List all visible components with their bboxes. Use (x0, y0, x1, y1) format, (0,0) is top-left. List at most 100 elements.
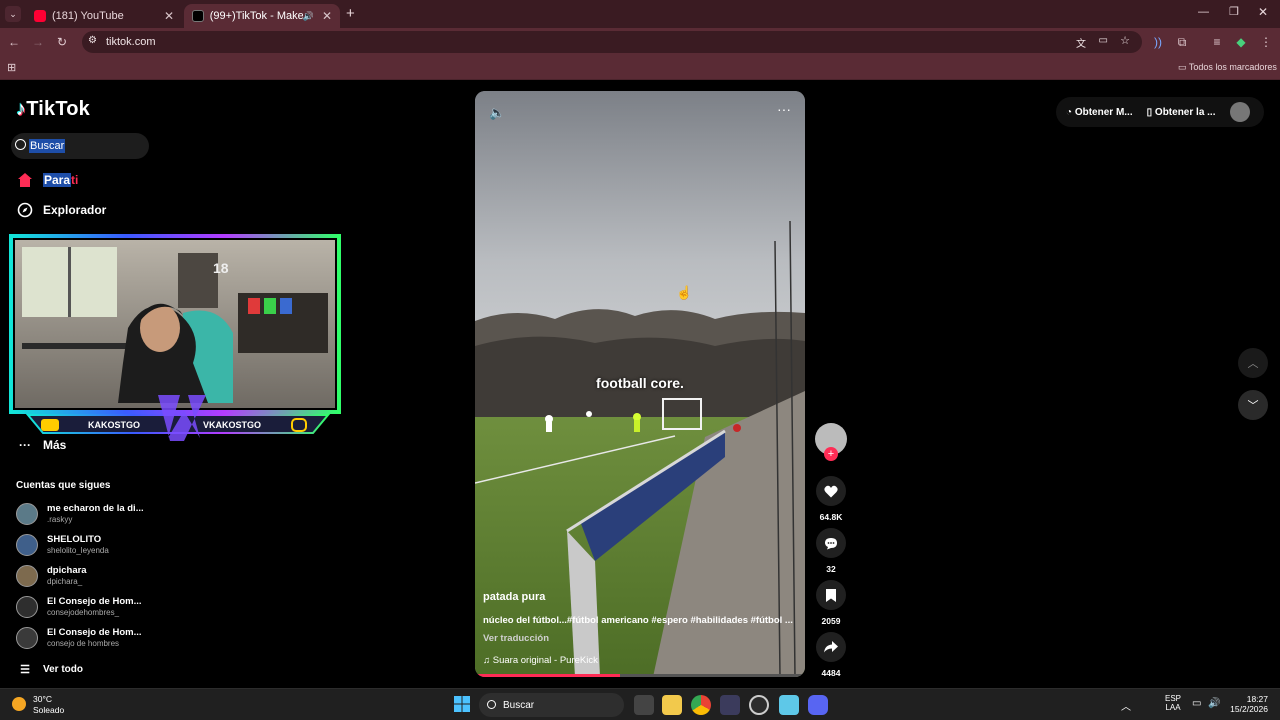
video-author[interactable]: patada pura (483, 591, 545, 603)
compass-icon (16, 201, 34, 219)
nav-explore[interactable]: Explorador (16, 201, 106, 219)
media-controls-icon[interactable]: ≡ (1209, 34, 1225, 50)
progress-fill (475, 674, 621, 677)
avatar (16, 596, 38, 618)
share-count: 4484 (821, 668, 841, 678)
task-view-icon[interactable] (634, 695, 654, 715)
comment-icon (816, 528, 846, 558)
translate-icon[interactable]: 文 (1076, 35, 1086, 50)
phone-icon: ▯ (1146, 106, 1153, 118)
list-icon: ☰ (20, 663, 30, 676)
obs-icon[interactable] (749, 695, 769, 715)
tab-youtube[interactable]: (181) YouTube ✕ (26, 4, 182, 28)
cast-icon[interactable]: ▭ (1099, 35, 1108, 46)
bookmark-icon (816, 580, 846, 610)
comment-button[interactable]: 32 (815, 528, 847, 574)
minimize-button[interactable]: — (1198, 6, 1209, 18)
folder-icon: ▭ (1178, 62, 1187, 72)
profile-icon[interactable]: ◆ (1233, 34, 1249, 50)
browser-toolbar: ← → ↻ ⚙ tiktok.com 文 ▭ ☆ )) ⧉ ≡ ◆ ⋮ (0, 28, 1280, 56)
mute-icon[interactable]: 🔈 (489, 105, 505, 121)
bookmark-star-icon[interactable]: ☆ (1120, 34, 1130, 47)
wifi-icon[interactable]: ▭ (1192, 698, 1201, 709)
photos-icon[interactable] (779, 695, 799, 715)
creator-avatar[interactable]: + (815, 423, 847, 461)
forward-icon[interactable]: → (30, 34, 46, 50)
avatar (16, 503, 38, 525)
speaker-icon[interactable]: 🔊 (303, 11, 314, 22)
previous-video-button[interactable]: ︿ (1238, 348, 1268, 378)
get-app-button[interactable]: ▯ Obtener la ... (1147, 107, 1216, 118)
windows-taskbar: 30°C Soleado Buscar ︿ ESP LAA ▭ 🔊 18:27 … (0, 688, 1280, 720)
search-input[interactable]: Buscar (11, 133, 149, 159)
chrome-icon[interactable] (691, 695, 711, 715)
extension-audio-icon[interactable]: )) (1150, 34, 1166, 50)
browser-tab-strip: ⌄ (181) YouTube ✕ (99+)TikTok - Make You… (0, 0, 1280, 28)
youtube-icon (34, 10, 46, 22)
apps-grid-icon[interactable]: ⊞ (7, 61, 16, 74)
menu-icon[interactable]: ⋮ (1258, 34, 1274, 50)
following-account[interactable]: SHELOLITO shelolito_leyenda (16, 534, 146, 558)
tab-search-button[interactable]: ⌄ (5, 6, 21, 22)
avatar (16, 534, 38, 556)
extensions-icon[interactable]: ⧉ (1174, 34, 1190, 50)
clock[interactable]: 18:27 15/2/2026 (1226, 694, 1268, 714)
home-icon (16, 171, 34, 189)
sound-link[interactable]: ♫ Suara original - PureKick (483, 655, 598, 666)
more-options-icon[interactable]: ··· (777, 101, 791, 117)
address-bar[interactable]: ⚙ tiktok.com 文 ▭ ☆ (82, 31, 1142, 53)
nav-more[interactable]: ··· Más (16, 436, 66, 454)
cursor-icon: ☝ (676, 285, 693, 300)
tiktok-icon (192, 10, 204, 22)
reload-icon[interactable]: ↻ (54, 34, 70, 50)
video-caption-overlay: football core. (596, 375, 684, 391)
all-bookmarks[interactable]: ▭ Todos los marcadores (1178, 62, 1277, 73)
nav-for-you[interactable]: Para ti (16, 171, 78, 189)
volume-icon[interactable]: 🔊 (1208, 698, 1220, 709)
new-tab-button[interactable]: + (346, 5, 355, 22)
app-icon[interactable] (720, 695, 740, 715)
avatar (16, 565, 38, 587)
search-icon (15, 139, 26, 150)
video-player[interactable]: 🔈 ··· football core. patada pura núcleo … (475, 91, 805, 677)
site-info-icon[interactable]: ⚙ (88, 35, 97, 46)
following-account[interactable]: El Consejo de Hom... consejodehombres_ (16, 596, 146, 620)
see-all-following[interactable]: ☰ Ver todo (16, 660, 83, 678)
progress-track[interactable] (475, 674, 805, 677)
bookmarks-bar: ⊞ ▭ Todos los marcadores (0, 56, 1280, 80)
close-tab-icon[interactable]: ✕ (322, 9, 332, 23)
show-hidden-icons[interactable]: ︿ (1121, 698, 1131, 713)
discord-icon[interactable] (808, 695, 828, 715)
save-count: 2059 (821, 616, 841, 626)
back-icon[interactable]: ← (6, 34, 22, 50)
next-video-button[interactable]: ﹀ (1238, 390, 1268, 420)
overlay-right-name: VKAKOSTGO (203, 420, 261, 430)
get-coins-button[interactable]: ◔ Obtener M... (1066, 107, 1133, 118)
file-explorer-icon[interactable] (662, 695, 682, 715)
following-account[interactable]: dpichara dpichara_ (16, 565, 146, 589)
tiktok-logo[interactable]: ♪TikTok (16, 98, 90, 121)
profile-avatar[interactable] (1229, 102, 1250, 122)
webcam-frame: 18 KAKOSTGO VKAKOSTGO (9, 234, 341, 441)
overlay-left-name: KAKOSTGO (88, 420, 140, 430)
like-button[interactable]: 64.8K (815, 476, 847, 522)
share-button[interactable]: 4484 (815, 632, 847, 678)
tab-tiktok[interactable]: (99+)TikTok - Make Your Day 🔊 ✕ (184, 4, 340, 28)
taskbar-search[interactable]: Buscar (479, 693, 624, 717)
follow-plus-icon[interactable]: + (824, 447, 838, 461)
save-button[interactable]: 2059 (815, 580, 847, 626)
share-icon (816, 632, 846, 662)
wall-number: 18 (213, 260, 229, 276)
start-button[interactable] (453, 695, 473, 715)
restore-button[interactable]: ❐ (1229, 5, 1239, 18)
following-account[interactable]: me echaron de la di... .raskyy (16, 503, 146, 527)
close-tab-icon[interactable]: ✕ (164, 9, 174, 23)
language-indicator[interactable]: ESP LAA (1165, 694, 1181, 712)
following-account[interactable]: El Consejo de Hom... consejo de hombres (16, 627, 146, 651)
coin-icon: ◔ (1066, 106, 1073, 118)
tiktok-page: ♪TikTok Buscar Para ti Explorador 18 KAK… (0, 80, 1280, 688)
search-icon (487, 700, 496, 709)
translate-link[interactable]: Ver traducción (483, 633, 549, 644)
avatar (16, 627, 38, 649)
close-window-button[interactable]: ✕ (1258, 5, 1268, 19)
